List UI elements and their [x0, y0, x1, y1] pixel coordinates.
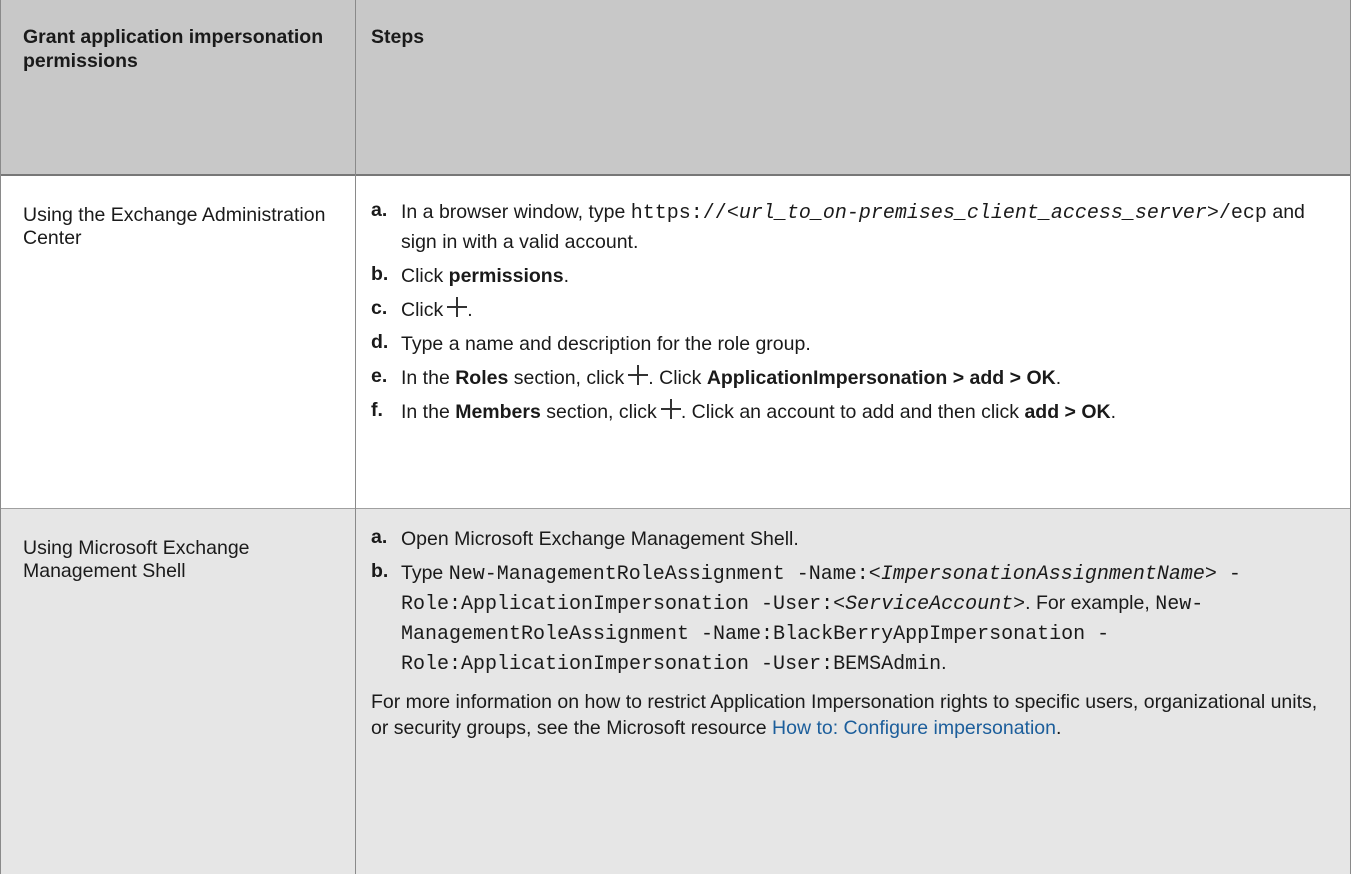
step-label: c.	[371, 297, 388, 319]
method-cell: Using Microsoft Exchange Management Shel…	[1, 509, 355, 583]
configure-impersonation-link[interactable]: How to: Configure impersonation	[772, 717, 1056, 739]
step-text: .	[1025, 592, 1031, 614]
steps-cell: a. Open Microsoft Exchange Management Sh…	[356, 509, 1350, 741]
step-text: .	[1055, 367, 1062, 389]
ui-term-roles: Roles	[455, 367, 509, 389]
steps-cell: a. In a browser window, type https://<ur…	[356, 176, 1350, 432]
step-e: e. In the Roles section, click . Click Ap…	[371, 364, 1330, 392]
code-part: /ecp	[1218, 202, 1267, 225]
step-text: section, click	[546, 401, 657, 423]
column-divider	[355, 0, 356, 874]
step-text: .	[941, 652, 947, 674]
ui-term-path: ApplicationImpersonation > add > OK	[706, 367, 1056, 389]
code-part: >	[1013, 593, 1026, 616]
ui-term-add-ok: add > OK	[1024, 401, 1111, 423]
code-ecp-url: https://<url_to_on-premises_client_acces…	[631, 202, 1267, 225]
step-text: Click	[401, 299, 444, 321]
step-text: In a browser window, type	[401, 201, 626, 223]
step-b: b. Click permissions.	[371, 262, 1330, 290]
code-placeholder: <url_to_on-premises_client_access_server…	[726, 202, 1219, 225]
note-text: .	[1056, 717, 1062, 739]
table-border-left	[0, 0, 1, 874]
method-label: Using the Exchange Administration Center	[23, 204, 326, 249]
step-text: section, click	[513, 367, 625, 389]
table-header-row: Grant application impersonation permissi…	[0, 0, 1351, 176]
code-placeholder: ServiceAccount	[845, 593, 1014, 616]
code-part: https://	[630, 202, 727, 225]
step-c: c. Click.	[371, 296, 1330, 324]
code-placeholder: ImpersonationAssignmentName	[880, 563, 1205, 586]
step-text: . Click	[648, 367, 702, 389]
step-text: Type a name and description for the role…	[401, 333, 811, 355]
step-text: Open Microsoft Exchange Management Shell…	[401, 528, 799, 550]
ui-term-permissions: permissions	[448, 265, 564, 287]
step-label: a.	[371, 526, 388, 548]
table-row: Using Microsoft Exchange Management Shel…	[0, 509, 1351, 874]
step-text: .	[467, 299, 473, 321]
method-label: Using Microsoft Exchange Management Shel…	[23, 537, 250, 582]
plus-icon	[447, 297, 468, 317]
step-a: a. In a browser window, type https://<ur…	[371, 198, 1330, 256]
step-label: b.	[371, 560, 389, 582]
step-label: d.	[371, 331, 389, 353]
permissions-table: Grant application impersonation permissi…	[0, 0, 1351, 874]
step-d: d. Type a name and description for the r…	[371, 330, 1330, 358]
plus-icon	[628, 365, 649, 385]
step-text: In the	[401, 401, 450, 423]
step-label: e.	[371, 365, 388, 387]
header-method: Grant application impersonation permissi…	[23, 26, 324, 72]
ui-term-members: Members	[455, 401, 541, 423]
note-paragraph: For more information on how to restrict …	[371, 689, 1330, 741]
step-label: b.	[371, 263, 389, 285]
header-steps: Steps	[371, 26, 425, 48]
step-text: Click	[401, 265, 444, 287]
plus-icon	[660, 399, 681, 419]
step-a: a. Open Microsoft Exchange Management Sh…	[371, 525, 1330, 553]
step-text: .	[1110, 401, 1117, 423]
step-text: In the	[401, 367, 450, 389]
step-text: Type	[401, 562, 444, 584]
method-cell: Using the Exchange Administration Center	[1, 176, 355, 250]
step-text: .	[563, 265, 569, 287]
step-f: f. In the Members section, click . Click …	[371, 398, 1330, 426]
step-text: For example,	[1035, 592, 1150, 614]
step-label: f.	[371, 399, 383, 421]
table-row: Using the Exchange Administration Center…	[0, 176, 1351, 509]
step-b: b. Type New-ManagementRoleAssignment -Na…	[371, 559, 1330, 679]
step-text: . Click an account to add and then click	[680, 401, 1020, 423]
code-part: New-ManagementRoleAssignment -Name:<	[448, 563, 881, 586]
step-label: a.	[371, 199, 388, 221]
